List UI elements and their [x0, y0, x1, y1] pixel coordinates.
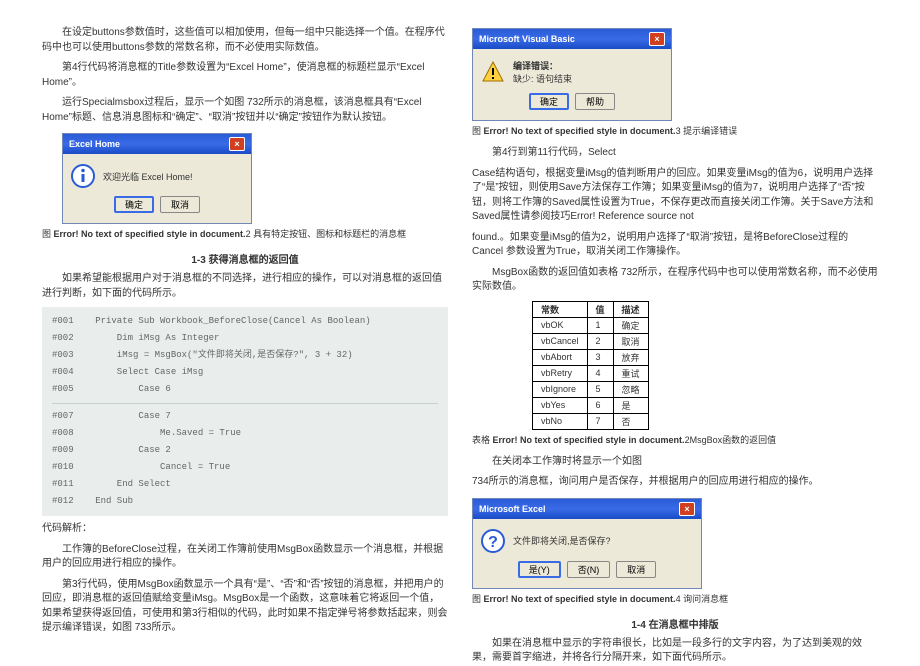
- dialog-message: 文件即将关闭,是否保存?: [513, 534, 693, 547]
- para: found.。如果变量iMsg的值为2，说明用户选择了“取消”按钮，是将Befo…: [472, 231, 878, 260]
- code-line: #010 Cancel = True: [52, 459, 438, 476]
- para: 734所示的消息框，询问用户是否保存，并根据用户的回应用进行相应的操作。: [472, 475, 878, 490]
- dialog-message: 编译错误： 缺少: 语句结束: [513, 59, 663, 85]
- no-button[interactable]: 否(N): [567, 561, 611, 578]
- code-line: #003 iMsg = MsgBox("文件即将关闭,是否保存?", 3 + 3…: [52, 347, 438, 364]
- warning-icon: [481, 60, 505, 84]
- table-caption: 表格 Error! No text of specified style in …: [472, 434, 878, 447]
- help-button[interactable]: 帮助: [575, 93, 615, 110]
- ok-button[interactable]: 确定: [114, 196, 154, 213]
- dialog-title: Microsoft Excel: [479, 504, 546, 514]
- info-icon: [71, 164, 95, 188]
- table-header: 描述: [613, 301, 648, 317]
- dialog-excel-confirm: Microsoft Excel × ? 文件即将关闭,是否保存? 是(Y) 否(…: [472, 498, 702, 589]
- para: 工作簿的BeforeClose过程，在关闭工作簿前使用MsgBox函数显示一个消…: [42, 543, 448, 572]
- para: 第3行代码，使用MsgBox函数显示一个具有“是”、“否”和“否”按钮的消息框，…: [42, 578, 448, 636]
- code-line: #012 End Sub: [52, 493, 438, 510]
- dialog-message: 欢迎光临 Excel Home!: [103, 170, 243, 183]
- code-line: #001 Private Sub Workbook_BeforeClose(Ca…: [52, 313, 438, 330]
- table-row: vbCancel2取消: [533, 333, 649, 349]
- close-icon[interactable]: ×: [229, 137, 245, 151]
- table-row: vbIgnore5忽略: [533, 381, 649, 397]
- code-line: #002 Dim iMsg As Integer: [52, 330, 438, 347]
- para: 第4行代码将消息框的Title参数设置为“Excel Home”，使消息框的标题…: [42, 61, 448, 90]
- code-line: #005 Case 6: [52, 381, 438, 398]
- right-column: Microsoft Visual Basic × 编译错误： 缺少: 语句结束 …: [460, 20, 890, 631]
- cancel-button[interactable]: 取消: [616, 561, 656, 578]
- left-column: 在设定buttons参数值时，这些值可以相加使用，但每一组中只能选择一个值。在程…: [30, 20, 460, 631]
- ok-button[interactable]: 确定: [529, 93, 569, 110]
- table-header: 值: [587, 301, 613, 317]
- para: 代码解析：: [42, 522, 448, 537]
- code-line: #004 Select Case iMsg: [52, 364, 438, 381]
- dialog-titlebar: Microsoft Excel ×: [473, 499, 701, 519]
- section-title: 1-4 在消息框中排版: [472, 616, 878, 631]
- code-line: #008 Me.Saved = True: [52, 425, 438, 442]
- svg-text:?: ?: [488, 534, 498, 551]
- dialog-title: Excel Home: [69, 139, 120, 149]
- table-row: vbRetry4重试: [533, 365, 649, 381]
- return-values-table: 常数 值 描述 vbOK1确定 vbCancel2取消 vbAbort3放弃 v…: [532, 301, 649, 430]
- para: 运行Specialmsbox过程后，显示一个如图 732所示的消息框，该消息框具…: [42, 96, 448, 125]
- table-header: 常数: [533, 301, 588, 317]
- code-line: #011 End Select: [52, 476, 438, 493]
- para: 第4行到第11行代码，Select: [472, 146, 878, 161]
- para: 如果希望能根据用户对于消息框的不同选择，进行相应的操作，可以对消息框的返回值进行…: [42, 272, 448, 301]
- cancel-button[interactable]: 取消: [160, 196, 200, 213]
- close-icon[interactable]: ×: [649, 32, 665, 46]
- table-row: vbNo7否: [533, 413, 649, 429]
- code-line: #009 Case 2: [52, 442, 438, 459]
- para: Case结构语句，根据变量iMsg的值判断用户的回应。如果变量iMsg的值为6，…: [472, 167, 878, 225]
- code-line: #007 Case 7: [52, 408, 438, 425]
- dialog-titlebar: Microsoft Visual Basic ×: [473, 29, 671, 49]
- figure-caption: 图 Error! No text of specified style in d…: [472, 125, 878, 138]
- para: MsgBox函数的返回值如表格 732所示，在程序代码中也可以使用常数名称，而不…: [472, 266, 878, 295]
- yes-button[interactable]: 是(Y): [518, 561, 561, 578]
- table-row: vbAbort3放弃: [533, 349, 649, 365]
- para: 在设定buttons参数值时，这些值可以相加使用，但每一组中只能选择一个值。在程…: [42, 26, 448, 55]
- dialog-vb-error: Microsoft Visual Basic × 编译错误： 缺少: 语句结束 …: [472, 28, 672, 121]
- close-icon[interactable]: ×: [679, 502, 695, 516]
- table-row: vbOK1确定: [533, 317, 649, 333]
- section-title: 1-3 获得消息框的返回值: [42, 251, 448, 266]
- para: 如果在消息框中显示的字符串很长，比如是一段多行的文字内容，为了达到美观的效果，需…: [472, 637, 878, 666]
- figure-caption: 图 Error! No text of specified style in d…: [472, 593, 878, 606]
- dialog-titlebar: Excel Home ×: [63, 134, 251, 154]
- question-icon: ?: [481, 529, 505, 553]
- para: 在关闭本工作簿时将显示一个如图: [472, 455, 878, 470]
- dialog-excel-home: Excel Home × 欢迎光临 Excel Home! 确定 取消: [62, 133, 252, 224]
- dialog-title: Microsoft Visual Basic: [479, 34, 575, 44]
- code-block: #001 Private Sub Workbook_BeforeClose(Ca…: [42, 307, 448, 516]
- figure-caption: 图 Error! No text of specified style in d…: [42, 228, 448, 241]
- table-row: vbYes6是: [533, 397, 649, 413]
